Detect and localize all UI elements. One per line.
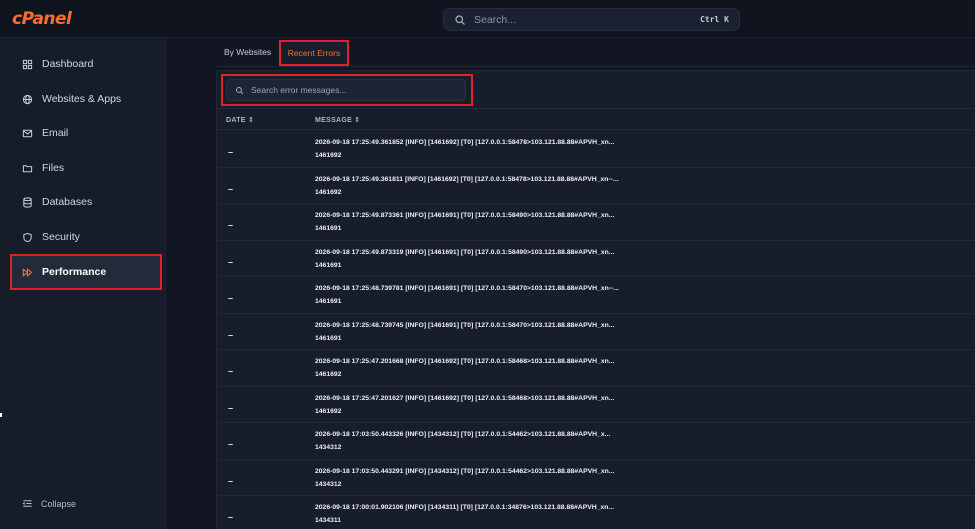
sidebar-item-label: Websites & Apps <box>42 93 122 105</box>
row-message-continuation: 1461692 <box>315 407 342 415</box>
error-list: – 2026-09-18 17:25:49.361852 [INFO] [1461… <box>216 131 975 529</box>
row-date: – <box>228 183 234 194</box>
row-message: 2026-09-18 17:25:48.739781 [INFO] [14616… <box>315 285 619 292</box>
table-row[interactable]: – 2026-09-18 17:25:49.873319 [INFO] [1461… <box>216 241 975 277</box>
row-message-continuation: 1461691 <box>315 334 342 342</box>
sidebar-item-databases[interactable]: Databases <box>10 185 162 219</box>
row-message-continuation: 1461691 <box>315 261 342 269</box>
sidebar-item-performance[interactable]: Performance <box>10 254 162 290</box>
row-message-continuation: 1434311 <box>315 517 342 524</box>
table-row[interactable]: – 2026-09-18 17:25:47.201668 [INFO] [1461… <box>216 350 975 387</box>
row-message: 2026-09-18 17:25:47.201627 [INFO] [14616… <box>315 394 615 402</box>
sidebar-item-label: Files <box>42 162 65 174</box>
row-date: – <box>228 512 234 522</box>
row-date: – <box>228 439 234 449</box>
row-date: – <box>228 366 234 376</box>
table-row[interactable]: – 2026-09-18 17:25:49.361852 [INFO] [1461… <box>216 131 975 168</box>
table-row[interactable]: – 2026-09-18 17:25:49.873361 [INFO] [1461… <box>216 204 975 241</box>
database-icon <box>23 196 32 208</box>
folder-icon <box>22 164 33 172</box>
row-message: 2026-09-18 17:25:48.739745 [INFO] [14616… <box>315 321 615 329</box>
table-row[interactable]: – 2026-09-18 17:25:49.361811 [INFO] [1461… <box>216 168 975 204</box>
top-bar: cPanel Search... Ctrl K <box>0 0 975 38</box>
table-row[interactable]: – 2026-09-18 17:25:47.201627 [INFO] [1461… <box>216 387 975 423</box>
error-search-placeholder: Search error messages... <box>251 85 347 95</box>
tab-divider <box>216 66 975 67</box>
row-message: 2026-09-18 17:03:50.443291 [INFO] [14343… <box>315 467 615 475</box>
row-message-continuation: 1461691 <box>315 298 342 305</box>
row-message: 2026-09-18 17:25:49.361852 [INFO] [14616… <box>315 139 615 146</box>
sidebar-item-security[interactable]: Security <box>10 220 162 254</box>
fast-forward-icon <box>22 267 33 277</box>
search-icon <box>236 86 244 94</box>
row-message: 2026-09-18 17:25:49.873319 [INFO] [14616… <box>315 248 615 256</box>
table-row[interactable]: – 2026-09-18 17:03:50.443291 [INFO] [1434… <box>216 460 975 496</box>
row-message: 2026-09-18 17:25:47.201668 [INFO] [14616… <box>315 358 615 365</box>
sidebar-item-label: Security <box>42 231 80 243</box>
row-date: – <box>228 329 234 340</box>
sidebar: Dashboard Websites & Apps Email Files Da… <box>0 38 166 529</box>
window-edge-marker <box>0 413 2 417</box>
table-header: DATE ⇕ MESSAGE ⇕ <box>216 108 975 130</box>
table-row[interactable]: – 2026-09-18 17:25:48.739745 [INFO] [1461… <box>216 314 975 350</box>
sidebar-item-label: Dashboard <box>42 58 94 70</box>
collapse-label: Collapse <box>41 498 77 509</box>
row-message-continuation: 1461692 <box>315 371 342 378</box>
row-message-continuation: 1461692 <box>315 152 342 159</box>
row-message: 2026-09-18 17:25:49.361811 [INFO] [14616… <box>315 175 619 183</box>
search-shortcut: Ctrl K <box>700 15 729 24</box>
row-message: 2026-09-18 17:03:50.443326 [INFO] [14343… <box>315 431 611 438</box>
sidebar-item-label: Databases <box>42 196 93 208</box>
row-date: – <box>228 147 234 157</box>
global-search-input[interactable]: Search... Ctrl K <box>443 8 740 31</box>
mail-icon <box>22 129 33 137</box>
row-date: – <box>228 402 234 413</box>
table-row[interactable]: – 2026-09-18 17:03:50.443326 [INFO] [1434… <box>216 423 975 460</box>
row-date: – <box>228 220 234 230</box>
row-message: 2026-09-18 17:00:01.902106 [INFO] [14343… <box>315 504 615 511</box>
table-row[interactable]: – 2026-09-18 17:00:01.902106 [INFO] [1434… <box>216 496 975 529</box>
tab-by-websites[interactable]: By Websites <box>224 47 271 57</box>
grid-icon <box>22 59 33 69</box>
search-placeholder: Search... <box>474 13 517 26</box>
sidebar-item-label: Email <box>42 127 69 139</box>
row-message-continuation: 1434312 <box>315 480 342 488</box>
sidebar-item-files[interactable]: Files <box>10 151 162 185</box>
sidebar-item-websites-apps[interactable]: Websites & Apps <box>10 82 162 116</box>
row-date: – <box>228 475 234 486</box>
collapse-button[interactable]: Collapse <box>22 498 76 509</box>
globe-icon <box>22 94 33 104</box>
sidebar-item-dashboard[interactable]: Dashboard <box>10 47 162 81</box>
table-row[interactable]: – 2026-09-18 17:25:48.739781 [INFO] [1461… <box>216 277 975 314</box>
row-message-continuation: 1461692 <box>315 188 342 196</box>
cpanel-logo[interactable]: cPanel <box>12 9 72 29</box>
tab-bar: By Websites Recent Errors <box>216 38 975 66</box>
collapse-icon <box>22 500 32 507</box>
row-date: – <box>228 256 234 267</box>
column-header-date[interactable]: DATE ⇕ <box>226 116 254 124</box>
row-message-continuation: 1434312 <box>315 444 342 451</box>
row-message: 2026-09-18 17:25:49.873361 [INFO] [14616… <box>315 212 615 219</box>
error-search-input[interactable]: Search error messages... <box>226 79 466 101</box>
column-header-message[interactable]: MESSAGE ⇕ <box>315 116 361 124</box>
row-date: – <box>228 293 234 303</box>
sidebar-item-email[interactable]: Email <box>10 116 162 150</box>
row-message-continuation: 1461691 <box>315 225 342 232</box>
search-icon <box>455 14 465 25</box>
shield-icon <box>23 232 32 242</box>
sidebar-item-label: Performance <box>42 266 107 278</box>
tab-recent-errors[interactable]: Recent Errors <box>279 40 349 66</box>
